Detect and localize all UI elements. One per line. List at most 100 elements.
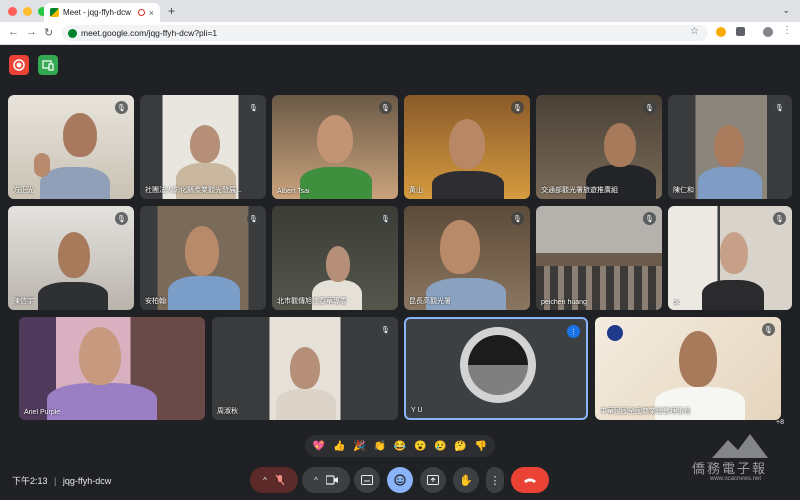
reactions-bar: 💖 👍 🎉 👏 😂 😮 😢 🤔 👎 [305, 435, 495, 457]
url-text: meet.google.com/jqg-ffyh-dcw?pli=1 [81, 28, 218, 38]
browser-tab[interactable]: Meet - jqg-ffyh-dcw × [44, 3, 160, 22]
participant-tile[interactable]: 🎙 北市觀傳旭江春華專委 [272, 206, 398, 310]
participant-name: 黃山 [409, 187, 423, 194]
more-vert-icon: ⋮ [489, 474, 501, 487]
recording-button[interactable] [9, 55, 29, 75]
tab-close-icon[interactable]: × [149, 8, 154, 18]
tab-title: Meet - jqg-ffyh-dcw [63, 8, 131, 17]
participant-name: 陳仁和 [673, 187, 694, 194]
present-icon [427, 475, 439, 485]
extension-icon[interactable] [716, 27, 726, 37]
muted-mic-icon: 🎙 [511, 212, 524, 225]
watermark: 僑務電子報 www.ocacnews.net [680, 430, 790, 490]
back-arrow-icon[interactable]: ← [8, 26, 19, 38]
mic-off-icon [275, 474, 285, 486]
participant-name: 中華民國全國商業總會理事長 [600, 408, 691, 415]
participant-tile[interactable]: 🎙 方正光 [8, 95, 134, 199]
minimize-window-button[interactable] [23, 7, 32, 16]
participant-tile[interactable]: 🎙 昆長高觀光署 [404, 206, 530, 310]
participant-name: Albert Tsai [277, 188, 310, 195]
muted-mic-icon: 🎙 [762, 323, 775, 336]
participant-name: 方正光 [13, 187, 34, 194]
reaction-surprised-button[interactable]: 😮 [414, 441, 426, 452]
participant-tile[interactable]: 🎙 peichen huang [536, 206, 662, 310]
muted-mic-icon: 🎙 [379, 101, 392, 114]
participant-tile[interactable]: 🎙 陳信宇 [8, 206, 134, 310]
participant-tile[interactable]: Ariel Purple [19, 317, 205, 420]
browser-menu-icon[interactable]: ⋮ [782, 25, 792, 36]
reaction-thinking-button[interactable]: 🤔 [454, 441, 466, 452]
mic-options-chevron-icon[interactable]: ^ [263, 476, 267, 485]
participant-tile[interactable]: 🎙 Albert Tsai [272, 95, 398, 199]
participant-name: 北市觀傳旭江春華專委 [277, 298, 347, 305]
captions-button[interactable] [354, 467, 380, 493]
reaction-clap-button[interactable]: 👏 [374, 441, 386, 452]
participant-tile[interactable]: 🎙 安柏翰 [140, 206, 266, 310]
speaking-indicator-icon: ⋮ [567, 325, 580, 338]
muted-mic-icon: 🎙 [511, 101, 524, 114]
hand-icon: ✋ [459, 474, 473, 487]
leave-call-button[interactable] [511, 467, 549, 493]
participant-name: 社團法人彰化縣產業觀光發展... [145, 187, 242, 194]
microphone-toggle-button[interactable]: ^ [250, 467, 298, 493]
info-separator: | [54, 476, 57, 486]
participant-name: 安柏翰 [145, 298, 166, 305]
window-controls [8, 7, 47, 16]
meeting-code: jqg-ffyh-dcw [62, 476, 112, 486]
participant-name: Y U [411, 407, 423, 414]
camera-toggle-button[interactable]: ^ [302, 467, 350, 493]
emoji-icon [394, 474, 406, 486]
reaction-sad-button[interactable]: 😢 [434, 441, 446, 452]
participant-tile[interactable]: 🎙 社團法人彰化縣產業觀光發展... [140, 95, 266, 199]
reaction-party-button[interactable]: 🎉 [353, 441, 365, 452]
present-screen-button[interactable] [420, 467, 446, 493]
avatar [468, 335, 528, 395]
participant-tile[interactable]: 🎙 pc [668, 206, 792, 310]
more-options-button[interactable]: ⋮ [486, 467, 504, 493]
muted-mic-icon: 🎙 [773, 101, 786, 114]
bookmark-star-icon[interactable]: ☆ [690, 26, 699, 37]
muted-mic-icon: 🎙 [247, 101, 260, 114]
hang-up-icon [524, 478, 536, 483]
organization-logo-icon [607, 325, 623, 341]
captions-icon [361, 475, 373, 485]
site-info-icon[interactable] [68, 28, 77, 38]
forward-arrow-icon[interactable]: → [26, 26, 37, 38]
watermark-url: www.ocacnews.net [710, 476, 762, 482]
reload-icon[interactable]: ↻ [44, 26, 53, 39]
profile-avatar[interactable] [763, 27, 773, 37]
watermark-title: 僑務電子報 [692, 462, 768, 477]
camera-icon [325, 475, 338, 485]
reaction-thumbs-down-button[interactable]: 👎 [475, 441, 487, 452]
close-window-button[interactable] [8, 7, 17, 16]
participant-tile-active-speaker[interactable]: ⋮ Y U [404, 317, 588, 420]
browser-toolbar: ← → ↻ meet.google.com/jqg-ffyh-dcw?pli=1 [0, 22, 800, 45]
participant-name: 陳信宇 [13, 298, 34, 305]
participant-tile[interactable]: 🎙 陳仁和 [668, 95, 792, 199]
reactions-button[interactable] [387, 467, 413, 493]
participant-tile[interactable]: 🎙 交通部觀光署旅遊推廣組 [536, 95, 662, 199]
participant-tile[interactable]: 🎙 中華民國全國商業總會理事長 [595, 317, 781, 420]
participant-tile[interactable]: 🎙 黃山 [404, 95, 530, 199]
reaction-heart-button[interactable]: 💖 [313, 441, 325, 452]
extensions-puzzle-icon[interactable] [736, 27, 745, 36]
new-tab-button[interactable]: + [168, 4, 175, 18]
camera-options-chevron-icon[interactable]: ^ [314, 476, 318, 485]
devices-icon [42, 60, 54, 71]
tab-search-chevron-icon[interactable]: ⌄ [782, 5, 790, 16]
participant-name: 交通部觀光署旅遊推廣組 [541, 187, 618, 194]
reaction-thumbs-up-button[interactable]: 👍 [333, 441, 345, 452]
muted-mic-icon: 🎙 [247, 212, 260, 225]
more-participants-count[interactable]: +8 [776, 419, 784, 426]
participant-name: 昆長高觀光署 [409, 298, 451, 305]
participant-tile[interactable]: 🎙 周淑秋 [212, 317, 398, 420]
muted-mic-icon: 🎙 [773, 212, 786, 225]
muted-mic-icon: 🎙 [379, 323, 392, 336]
raise-hand-button[interactable]: ✋ [453, 467, 479, 493]
companion-mode-button[interactable] [38, 55, 58, 75]
reaction-laugh-button[interactable]: 😂 [394, 441, 406, 452]
address-bar[interactable]: meet.google.com/jqg-ffyh-dcw?pli=1 [62, 25, 708, 41]
current-time: 下午2:13 [12, 476, 48, 486]
recording-indicator-icon [137, 9, 145, 16]
muted-mic-icon: 🎙 [115, 101, 128, 114]
